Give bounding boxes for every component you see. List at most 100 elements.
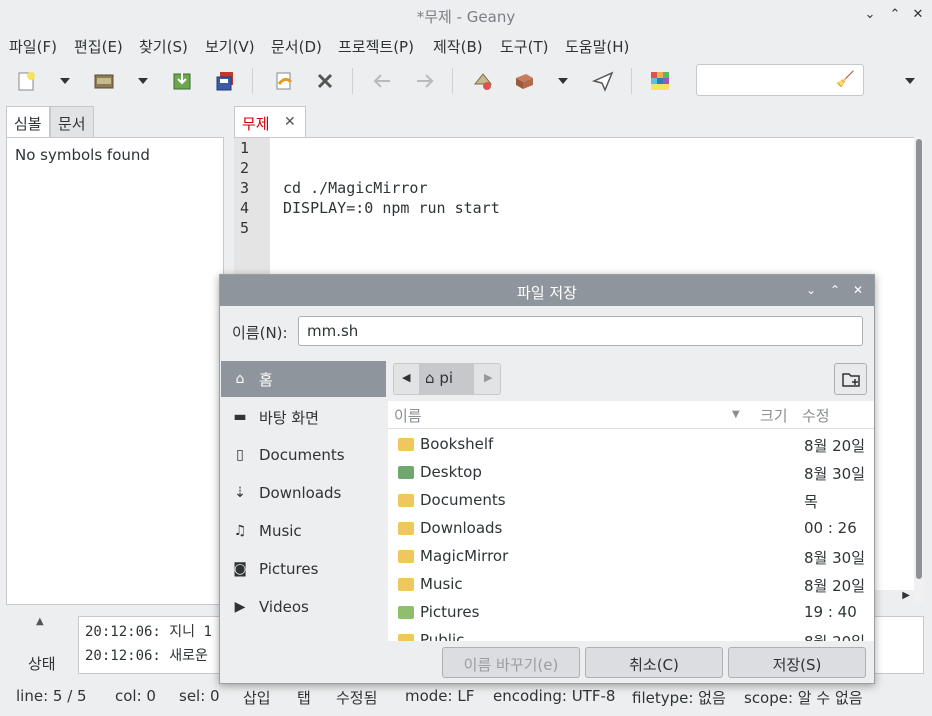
home-icon: ⌂ bbox=[235, 371, 245, 387]
compile-icon[interactable] bbox=[469, 67, 497, 95]
menu-build[interactable]: 제작(B) bbox=[433, 36, 483, 57]
home-icon: ⌂ bbox=[425, 369, 435, 387]
close-file-icon[interactable] bbox=[311, 67, 339, 95]
column-modified[interactable]: 수정 bbox=[802, 405, 830, 426]
column-name[interactable]: 이름 bbox=[394, 405, 422, 426]
file-modified: 00 : 26 bbox=[804, 519, 857, 537]
minimize-icon[interactable]: ⌄ bbox=[862, 7, 878, 23]
place-downloads[interactable]: ⇣ Downloads bbox=[221, 475, 386, 511]
tab-documents[interactable]: 문서 bbox=[50, 106, 94, 138]
file-modified: 19 : 40 bbox=[804, 603, 857, 621]
status-tab: 탭 bbox=[297, 689, 311, 707]
rename-button[interactable]: 이름 바꾸기(e) bbox=[442, 647, 580, 678]
dialog-maximize-icon[interactable]: ⌃ bbox=[830, 283, 840, 297]
clear-brush-icon[interactable]: 🧹 bbox=[836, 70, 855, 88]
toolbar-separator bbox=[452, 68, 453, 94]
save-button[interactable]: 저장(S) bbox=[728, 647, 866, 678]
save-icon[interactable] bbox=[168, 67, 196, 95]
build-icon[interactable] bbox=[510, 67, 538, 95]
status-bar: line: 5 / 5 col: 0 sel: 0 삽입 탭 수정됨 mode:… bbox=[0, 682, 932, 712]
file-row[interactable]: Downloads 00 : 26 bbox=[388, 515, 874, 543]
tab-status[interactable]: 상태 bbox=[28, 653, 56, 674]
file-row[interactable]: Bookshelf 8월 20일 bbox=[388, 431, 874, 459]
menu-document[interactable]: 문서(D) bbox=[271, 36, 322, 57]
status-line: line: 5 / 5 bbox=[16, 687, 87, 705]
place-label: 바탕 화면 bbox=[259, 408, 319, 427]
sort-chevron-icon[interactable]: ▼ bbox=[732, 409, 740, 420]
file-row[interactable]: Desktop 8월 30일 bbox=[388, 459, 874, 487]
revert-icon[interactable] bbox=[270, 67, 298, 95]
tab-symbols[interactable]: 심볼 bbox=[6, 106, 50, 138]
new-folder-button[interactable] bbox=[834, 363, 867, 395]
editor-vertical-scrollbar[interactable] bbox=[914, 137, 924, 603]
filename-input[interactable] bbox=[298, 316, 863, 346]
close-icon[interactable]: ✕ bbox=[910, 7, 926, 23]
toolbar-separator bbox=[252, 68, 253, 94]
menu-view[interactable]: 보기(V) bbox=[205, 36, 255, 57]
color-chooser-icon[interactable] bbox=[646, 67, 674, 95]
place-label: Pictures bbox=[259, 560, 319, 578]
back-arrow-icon[interactable] bbox=[368, 67, 396, 95]
place-documents[interactable]: ▯ Documents bbox=[221, 437, 386, 473]
dialog-minimize-icon[interactable]: ⌄ bbox=[806, 283, 816, 297]
path-back-icon[interactable]: ◀ bbox=[402, 371, 410, 384]
toolbar-separator bbox=[631, 68, 632, 94]
file-list-header: 이름 ▼ 크기 수정 bbox=[388, 401, 874, 429]
cancel-button[interactable]: 취소(C) bbox=[585, 647, 723, 678]
place-music[interactable]: ♫ Music bbox=[221, 513, 386, 549]
file-name: Public bbox=[420, 631, 465, 641]
build-dropdown-icon[interactable] bbox=[558, 78, 568, 84]
place-home[interactable]: ⌂ 홈 bbox=[221, 361, 386, 397]
open-file-icon[interactable] bbox=[90, 67, 118, 95]
code-line[interactable]: cd ./MagicMirror bbox=[283, 179, 428, 197]
place-desktop[interactable]: ▬ 바탕 화면 bbox=[221, 399, 386, 435]
menu-file[interactable]: 파일(F) bbox=[9, 36, 57, 57]
place-label: Documents bbox=[259, 446, 345, 464]
new-file-dropdown-icon[interactable] bbox=[60, 78, 70, 84]
maximize-icon[interactable]: ⌃ bbox=[887, 7, 903, 23]
column-size[interactable]: 크기 bbox=[760, 405, 788, 426]
scroll-thumb[interactable] bbox=[916, 139, 922, 579]
place-label: Downloads bbox=[259, 484, 342, 502]
toolbar-search-input[interactable]: 🧹 bbox=[696, 64, 864, 96]
title-bar: *무제 - Geany ⌄ ⌃ ✕ bbox=[0, 0, 932, 32]
dialog-close-icon[interactable]: ✕ bbox=[853, 283, 863, 297]
file-row[interactable]: Pictures 19 : 40 bbox=[388, 599, 874, 627]
tab-close-icon[interactable]: ✕ bbox=[284, 114, 296, 130]
menu-search[interactable]: 찾기(S) bbox=[139, 36, 188, 57]
line-number: 2 bbox=[240, 159, 250, 177]
file-list[interactable]: 이름 ▼ 크기 수정 Bookshelf 8월 20일 Desktop 8월 30일 D… bbox=[388, 401, 874, 641]
execute-icon[interactable] bbox=[589, 67, 617, 95]
path-home-button[interactable]: ⌂ pi bbox=[419, 364, 474, 394]
file-row[interactable]: Music 8월 20일 bbox=[388, 571, 874, 599]
folder-icon bbox=[398, 438, 414, 451]
scroll-up-icon[interactable]: ▲ bbox=[36, 616, 44, 627]
file-row[interactable]: MagicMirror 8월 30일 bbox=[388, 543, 874, 571]
file-row[interactable]: Documents 목 bbox=[388, 487, 874, 515]
menu-edit[interactable]: 편집(E) bbox=[74, 36, 123, 57]
forward-arrow-icon[interactable] bbox=[411, 67, 439, 95]
line-number: 3 bbox=[240, 179, 250, 197]
menu-help[interactable]: 도움말(H) bbox=[565, 36, 629, 57]
file-row[interactable]: Public 8월 20일 bbox=[388, 627, 874, 641]
status-line-ending: mode: LF bbox=[405, 687, 475, 705]
symbols-empty-message: No symbols found bbox=[15, 146, 150, 164]
file-modified: 8월 20일 bbox=[804, 631, 865, 641]
editor-tab[interactable]: 무제 ✕ bbox=[234, 106, 306, 138]
place-pictures[interactable]: ◙ Pictures bbox=[221, 551, 386, 587]
dialog-header: 파일 저장 ⌄ ⌃ ✕ bbox=[220, 275, 874, 306]
video-icon: ▶ bbox=[234, 599, 246, 615]
open-file-dropdown-icon[interactable] bbox=[138, 78, 148, 84]
path-forward-icon[interactable]: ▶ bbox=[484, 371, 492, 384]
scroll-right-icon[interactable]: ▶ bbox=[902, 590, 910, 601]
folder-icon bbox=[398, 522, 414, 535]
code-line[interactable]: DISPLAY=:0 npm run start bbox=[283, 199, 500, 217]
toolbar-overflow-icon[interactable] bbox=[905, 78, 915, 84]
status-col: col: 0 bbox=[115, 687, 156, 705]
save-all-icon[interactable] bbox=[211, 67, 239, 95]
menu-tools[interactable]: 도구(T) bbox=[500, 36, 548, 57]
new-file-icon[interactable] bbox=[12, 67, 40, 95]
place-videos[interactable]: ▶ Videos bbox=[221, 589, 386, 625]
folder-icon bbox=[398, 466, 414, 479]
menu-project[interactable]: 프로젝트(P) bbox=[338, 36, 414, 57]
